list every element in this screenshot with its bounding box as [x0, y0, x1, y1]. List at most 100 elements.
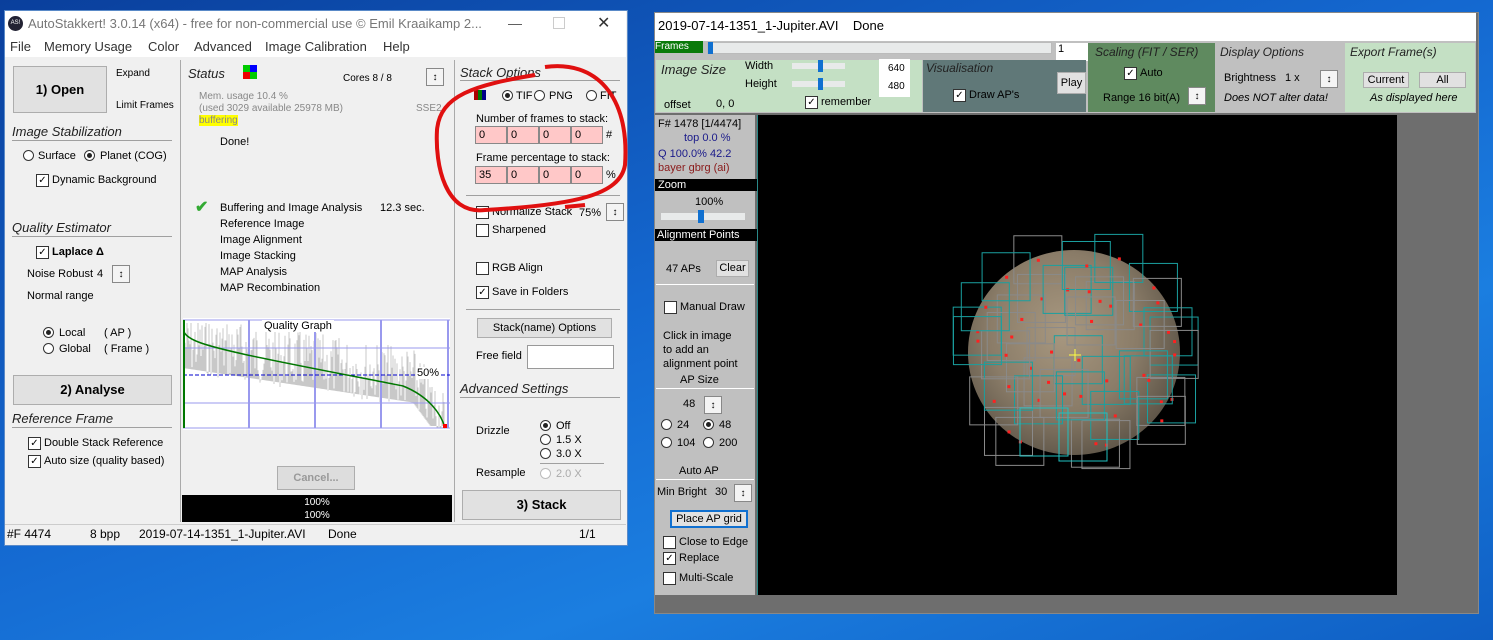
height-label: Height [745, 78, 777, 90]
auto-size-checkbox[interactable]: ✓ [28, 455, 41, 468]
expand-link[interactable]: Expand [116, 68, 150, 79]
width-slider-thumb[interactable] [818, 60, 823, 72]
clear-aps-button[interactable]: Clear [716, 260, 749, 277]
menu-help[interactable]: Help [383, 39, 410, 54]
red-annotation-circle [434, 64, 628, 213]
divider [12, 140, 172, 141]
stack-button[interactable]: 3) Stack [462, 490, 621, 520]
ap-size-stepper[interactable]: ↕ [704, 396, 722, 414]
min-bright-stepper[interactable]: ↕ [734, 484, 752, 502]
alignment-point-marker [1010, 335, 1014, 339]
top-info: top 0.0 % [684, 132, 731, 144]
alignment-point-marker [1113, 414, 1117, 418]
menu-color[interactable]: Color [148, 39, 179, 54]
alignment-point-marker [1094, 442, 1098, 446]
menu-file[interactable]: File [10, 39, 31, 54]
noise-robust-value: 4 [97, 268, 104, 280]
normal-range-label: Normal range [27, 290, 94, 302]
auto-scaling-checkbox[interactable]: ✓ [1124, 67, 1137, 80]
ap-size-48-radio[interactable] [703, 419, 714, 430]
replace-label: Replace [679, 552, 720, 564]
image-stabilization-heading: Image Stabilization [12, 124, 122, 139]
divider [460, 397, 620, 398]
bayer-info: bayer gbrg (ai) [658, 162, 730, 174]
replace-checkbox[interactable]: ✓ [663, 552, 676, 565]
place-ap-grid-button[interactable]: Place AP grid [670, 510, 748, 528]
ap-size-200-radio[interactable] [703, 437, 714, 448]
zoom-slider-thumb[interactable] [698, 210, 704, 223]
menu-memory-usage[interactable]: Memory Usage [44, 39, 132, 54]
resample-radio[interactable] [540, 468, 551, 479]
analyse-button[interactable]: 2) Analyse [13, 375, 172, 405]
menu-image-calibration[interactable]: Image Calibration [265, 39, 367, 54]
minimize-icon[interactable]: — [508, 15, 522, 31]
alignment-point-marker [1007, 430, 1011, 434]
limit-frames-link[interactable]: Limit Frames [116, 100, 174, 111]
alignment-point-marker [1063, 392, 1067, 396]
local-radio[interactable] [43, 327, 54, 338]
double-stack-checkbox[interactable]: ✓ [28, 437, 41, 450]
remember-checkbox[interactable]: ✓ [805, 96, 818, 109]
open-button[interactable]: 1) Open [13, 66, 107, 113]
draw-aps-checkbox[interactable]: ✓ [953, 89, 966, 102]
height-value: 480 [888, 81, 905, 92]
height-slider-thumb[interactable] [818, 78, 823, 90]
sharpened-checkbox[interactable] [476, 224, 489, 237]
step-image-stacking: Image Stacking [220, 250, 296, 262]
dynamic-background-checkbox[interactable]: ✓ [36, 174, 49, 187]
divider [540, 463, 604, 464]
alignment-point-marker [1156, 301, 1160, 305]
noise-robust-stepper[interactable]: ↕ [112, 265, 130, 283]
viewer-title: 2019-07-14-1351_1-Jupiter.AVI Done [658, 18, 884, 33]
alignment-point-marker [1117, 257, 1121, 261]
multi-scale-checkbox[interactable] [663, 572, 676, 585]
divider [12, 427, 172, 428]
surface-radio[interactable] [23, 150, 34, 161]
export-all-button[interactable]: All [1419, 72, 1466, 88]
alignment-point-marker [1105, 379, 1109, 383]
alignment-point-marker [1007, 385, 1011, 389]
dynamic-background-label: Dynamic Background [52, 174, 157, 186]
ap-size-104-radio[interactable] [661, 437, 672, 448]
brightness-stepper[interactable]: ↕ [1320, 70, 1338, 88]
global-radio[interactable] [43, 343, 54, 354]
range-stepper[interactable]: ↕ [1188, 87, 1206, 105]
step-map-recombination: MAP Recombination [220, 282, 321, 294]
cancel-button[interactable]: Cancel... [277, 466, 355, 490]
brightness-label: Brightness [1224, 72, 1276, 84]
free-field-input[interactable] [527, 345, 614, 369]
frames-slider[interactable] [707, 42, 1052, 54]
visualisation-heading: Visualisation [926, 61, 994, 75]
free-field-label: Free field [476, 350, 522, 362]
export-current-button[interactable]: Current [1363, 72, 1409, 88]
multi-scale-label: Multi-Scale [679, 572, 734, 584]
status-page: 1/1 [579, 527, 596, 541]
rgb-align-checkbox[interactable] [476, 262, 489, 275]
planet-radio[interactable] [84, 150, 95, 161]
maximize-icon[interactable] [553, 17, 565, 29]
laplace-label: Laplace Δ [52, 246, 104, 258]
play-button[interactable]: Play [1057, 72, 1086, 94]
status-state: Done [328, 527, 357, 541]
local-suffix: ( AP ) [104, 327, 132, 339]
window-title: AutoStakkert! 3.0.14 (x64) - free for no… [28, 16, 482, 31]
close-icon[interactable]: ✕ [597, 13, 610, 33]
image-size-heading: Image Size [661, 62, 727, 77]
hint-line-3: alignment point [663, 358, 738, 370]
drizzle-1-5-radio[interactable] [540, 434, 551, 445]
frames-slider-thumb[interactable] [708, 42, 713, 54]
ap-size-24-radio[interactable] [661, 419, 672, 430]
stackname-options-button[interactable]: Stack(name) Options [477, 318, 612, 338]
close-to-edge-checkbox[interactable] [663, 536, 676, 549]
laplace-checkbox[interactable]: ✓ [36, 246, 49, 259]
manual-draw-checkbox[interactable] [664, 301, 677, 314]
cores-label: Cores 8 / 8 [343, 73, 392, 84]
menu-advanced[interactable]: Advanced [194, 39, 252, 54]
rgb-align-label: RGB Align [492, 262, 543, 274]
drizzle-3-0-radio[interactable] [540, 448, 551, 459]
save-folders-checkbox[interactable]: ✓ [476, 286, 489, 299]
drizzle-off-radio[interactable] [540, 420, 551, 431]
status-bpp: 8 bpp [90, 527, 121, 541]
frame-number-input[interactable]: 1 [1056, 43, 1090, 61]
local-label: Local [59, 327, 86, 339]
